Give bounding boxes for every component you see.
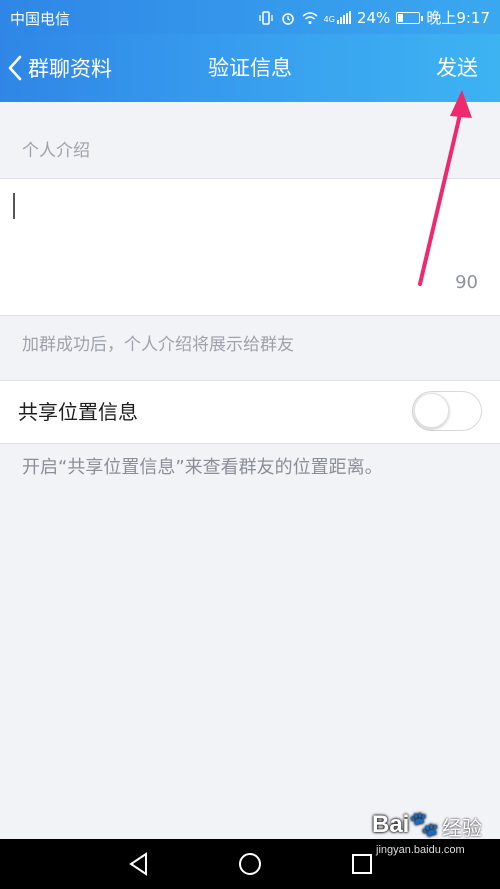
battery-level	[398, 13, 404, 22]
clock: 晚上9:17	[426, 9, 490, 27]
status-icons: 4G 24% 晚上9:17	[258, 7, 490, 28]
intro-hint: 加群成功后，个人介绍将展示给群友	[22, 335, 294, 355]
battery-icon	[396, 11, 424, 24]
nav-bar	[0, 839, 500, 889]
char-count: 90	[455, 272, 478, 293]
alarm-icon	[281, 12, 294, 25]
share-location-description: 开启“共享位置信息”来查看群友的位置距离。	[22, 457, 383, 478]
back-button[interactable]: 群聊资料	[6, 34, 112, 102]
intro-section-label: 个人介绍	[22, 141, 90, 161]
title-bar: 群聊资料 验证信息 发送	[0, 34, 500, 102]
share-location-row: 共享位置信息	[0, 380, 500, 444]
chevron-left-icon	[8, 55, 22, 81]
wifi-icon	[302, 11, 318, 24]
intro-box: 90	[0, 178, 500, 316]
watermark-logo: Bai🐾	[372, 811, 440, 838]
watermark-text: 经验	[442, 816, 482, 840]
carrier-name: 中国电信	[10, 10, 71, 28]
share-location-label: 共享位置信息	[18, 400, 138, 424]
nav-back-icon[interactable]	[124, 849, 154, 879]
nav-home-icon[interactable]	[235, 849, 265, 879]
vibrate-icon	[259, 10, 273, 25]
text-caret	[13, 193, 15, 219]
status-bar: 中国电信 4G 24% 晚上9:17	[0, 0, 500, 34]
intro-input[interactable]	[12, 189, 486, 283]
cell-signal-icon: 4G	[324, 11, 351, 24]
back-label: 群聊资料	[28, 57, 112, 81]
nav-recent-apps-icon[interactable]	[347, 849, 377, 879]
share-location-toggle[interactable]	[412, 391, 482, 431]
battery-percent: 24%	[356, 8, 391, 27]
toggle-knob	[414, 393, 449, 428]
send-button[interactable]: 发送	[436, 34, 478, 102]
